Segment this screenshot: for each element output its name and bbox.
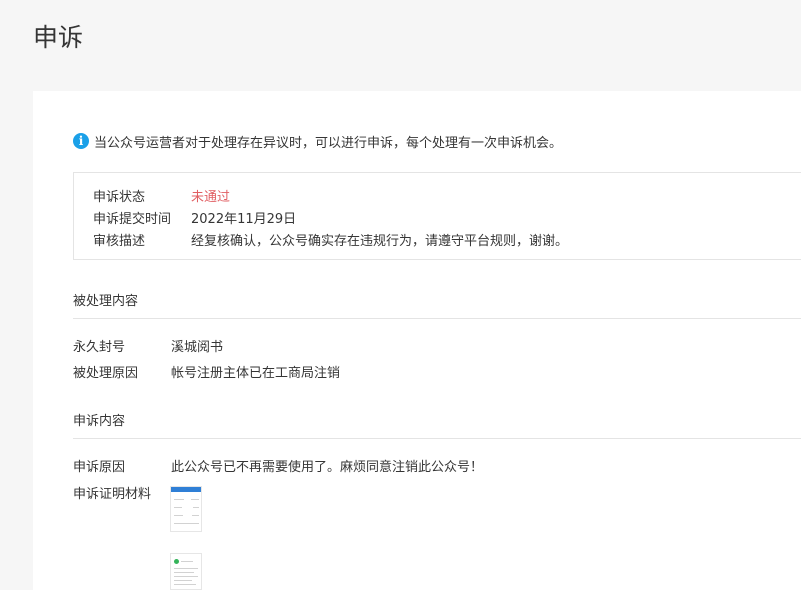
appeal-panel: i 当公众号运营者对于处理存在异议时，可以进行申诉，每个处理有一次申诉机会。 申… [33, 91, 801, 590]
ban-row: 永久封号 溪城阅书 [73, 334, 223, 356]
submit-time-label: 申诉提交时间 [93, 211, 172, 227]
thumbnail-line [192, 515, 199, 516]
appeal-reason-row: 申诉原因 此公众号已不再需要使用了。麻烦同意注销此公众号！ [73, 454, 483, 476]
thumbnail-line [174, 499, 184, 500]
thumbnail-line [174, 580, 192, 581]
thumbnail-logo-icon [174, 559, 179, 564]
processed-section-title: 被处理内容 [73, 291, 801, 319]
thumbnail-line [174, 568, 198, 569]
status-badge: 未通过 [191, 189, 231, 205]
thumbnail-line [191, 499, 199, 500]
thumbnail-line [181, 561, 193, 562]
processed-reason-row: 被处理原因 帐号注册主体已在工商局注销 [73, 360, 340, 382]
thumbnail-line [174, 576, 198, 577]
thumbnail-line [174, 523, 199, 524]
processed-reason-label: 被处理原因 [73, 365, 139, 381]
account-name: 溪城阅书 [171, 339, 224, 355]
thumbnail-header-bar [171, 487, 201, 492]
appeal-section-title: 申诉内容 [73, 411, 801, 439]
thumbnail-line [174, 507, 182, 508]
status-row-state: 申诉状态 未通过 [93, 184, 230, 206]
page-title: 申诉 [33, 23, 84, 52]
evidence-thumbnail-2[interactable] [170, 553, 202, 590]
evidence-label: 申诉证明材料 [73, 486, 152, 502]
thumbnail-line [174, 572, 194, 573]
status-row-submit-time: 申诉提交时间 2022年11月29日 [93, 206, 296, 228]
processed-reason-value: 帐号注册主体已在工商局注销 [171, 365, 341, 381]
evidence-row: 申诉证明材料 [73, 481, 171, 503]
review-value: 经复核确认，公众号确实存在违规行为，请遵守平台规则，谢谢。 [191, 233, 569, 249]
appeal-reason-label: 申诉原因 [73, 459, 126, 475]
appeal-notice: i 当公众号运营者对于处理存在异议时，可以进行申诉，每个处理有一次申诉机会。 [73, 131, 562, 151]
evidence-thumbnail-1[interactable] [170, 486, 202, 532]
submit-time-value: 2022年11月29日 [191, 211, 297, 227]
info-icon: i [73, 133, 89, 149]
thumbnail-line [174, 515, 183, 516]
ban-label: 永久封号 [73, 339, 126, 355]
notice-text: 当公众号运营者对于处理存在异议时，可以进行申诉，每个处理有一次申诉机会。 [94, 135, 563, 151]
appeal-status-box: 申诉状态 未通过 申诉提交时间 2022年11月29日 审核描述 经复核确认，公… [73, 172, 801, 260]
status-row-review: 审核描述 经复核确认，公众号确实存在违规行为，请遵守平台规则，谢谢。 [93, 228, 568, 250]
appeal-reason-value: 此公众号已不再需要使用了。麻烦同意注销此公众号！ [171, 459, 484, 475]
status-state-label: 申诉状态 [93, 189, 146, 205]
thumbnail-line [174, 584, 196, 585]
thumbnail-line [193, 507, 199, 508]
review-label: 审核描述 [93, 233, 146, 249]
